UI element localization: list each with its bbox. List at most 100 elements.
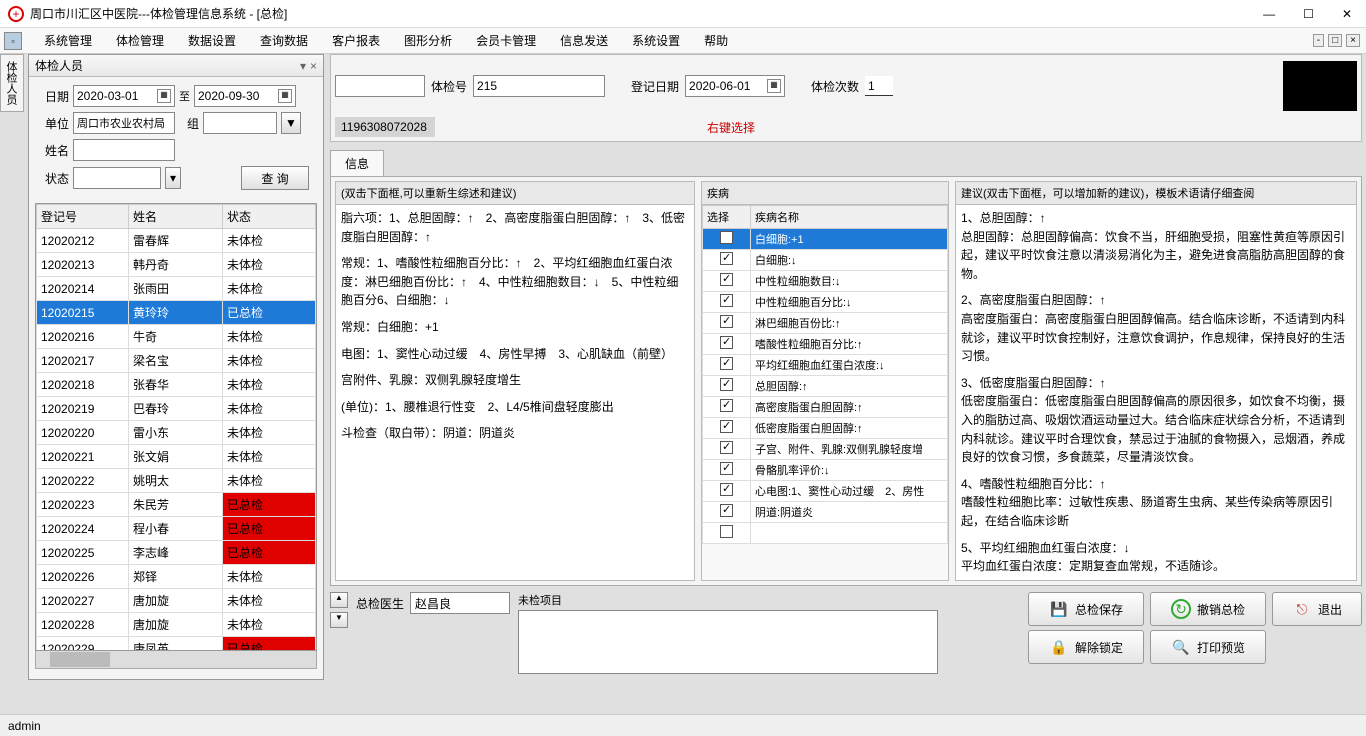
date-to-input[interactable]: 2020-09-30▦ xyxy=(194,85,296,107)
checkbox-icon[interactable] xyxy=(720,399,733,412)
menu-客户报表[interactable]: 客户报表 xyxy=(320,34,392,48)
mdi-close-icon[interactable]: × xyxy=(1346,34,1360,47)
checkbox-icon[interactable] xyxy=(720,294,733,307)
disease-row[interactable]: 子宫、附件、乳腺:双侧乳腺轻度增 xyxy=(703,439,948,460)
patient-grid[interactable]: 登记号 姓名 状态 12020212雷春辉未体检12020213韩丹奇未体检12… xyxy=(35,203,317,651)
checkbox-icon[interactable] xyxy=(720,420,733,433)
blank-input[interactable] xyxy=(335,75,425,97)
mdi-restore-icon[interactable]: □ xyxy=(1328,34,1342,47)
disease-row[interactable]: 中性粒细胞百分比:↓ xyxy=(703,292,948,313)
calendar-icon[interactable]: ▦ xyxy=(157,89,171,103)
disease-row[interactable]: 白细胞:+1 xyxy=(703,229,948,250)
disease-row[interactable] xyxy=(703,523,948,544)
col-name[interactable]: 姓名 xyxy=(129,205,223,229)
table-row[interactable]: 12020217梁名宝未体检 xyxy=(37,349,316,373)
table-row[interactable]: 12020225李志峰已总检 xyxy=(37,541,316,565)
table-row[interactable]: 12020212雷春辉未体检 xyxy=(37,229,316,253)
table-row[interactable]: 12020221张文娟未体检 xyxy=(37,445,316,469)
grid-horizontal-scrollbar[interactable] xyxy=(35,651,317,669)
reg-date-input[interactable]: 2020-06-01▦ xyxy=(685,75,785,97)
table-row[interactable]: 12020220雷小东未体检 xyxy=(37,421,316,445)
table-row[interactable]: 12020226郑铎未体检 xyxy=(37,565,316,589)
table-row[interactable]: 12020224程小春已总检 xyxy=(37,517,316,541)
group-input[interactable] xyxy=(203,112,277,134)
disease-row[interactable]: 阴道:阴道炎 xyxy=(703,502,948,523)
close-button[interactable]: ✕ xyxy=(1336,7,1358,21)
save-button[interactable]: 💾总检保存 xyxy=(1028,592,1144,626)
col-select[interactable]: 选择 xyxy=(703,206,751,229)
disease-table[interactable]: 选择 疾病名称 白细胞:+1白细胞:↓中性粒细胞数目:↓中性粒细胞百分比:↓淋巴… xyxy=(702,205,948,544)
disease-row[interactable]: 淋巴细胞百份比:↑ xyxy=(703,313,948,334)
calendar-icon[interactable]: ▦ xyxy=(767,79,781,93)
table-row[interactable]: 12020227唐加旋未体检 xyxy=(37,589,316,613)
disease-row[interactable]: 骨骼肌率评价:↓ xyxy=(703,460,948,481)
menu-体检管理[interactable]: 体检管理 xyxy=(104,34,176,48)
status-dropdown-icon[interactable]: ▾ xyxy=(165,167,181,189)
table-row[interactable]: 12020229康凤英已总检 xyxy=(37,637,316,652)
checkbox-icon[interactable] xyxy=(720,525,733,538)
checkbox-icon[interactable] xyxy=(720,252,733,265)
col-regno[interactable]: 登记号 xyxy=(37,205,129,229)
print-button[interactable]: 🔍打印预览 xyxy=(1150,630,1266,664)
disease-row[interactable]: 中性粒细胞数目:↓ xyxy=(703,271,948,292)
exit-button[interactable]: ⎋退出 xyxy=(1272,592,1362,626)
group-dropdown-icon[interactable]: ▼ xyxy=(281,112,301,134)
maximize-button[interactable]: ☐ xyxy=(1297,7,1320,21)
col-disease-name[interactable]: 疾病名称 xyxy=(751,206,948,229)
checkbox-icon[interactable] xyxy=(720,483,733,496)
menu-信息发送[interactable]: 信息发送 xyxy=(548,34,620,48)
status-select[interactable] xyxy=(73,167,161,189)
tab-info[interactable]: 信息 xyxy=(330,150,384,176)
disease-row[interactable]: 嗜酸性粒细胞百分比:↑ xyxy=(703,334,948,355)
minimize-button[interactable]: ― xyxy=(1257,7,1281,21)
notchecked-textarea[interactable] xyxy=(518,610,938,674)
checkbox-icon[interactable] xyxy=(720,504,733,517)
sidebar-vertical-tab[interactable]: 体检人员 xyxy=(0,54,24,112)
spin-up-icon[interactable]: ▲ xyxy=(330,592,348,608)
checkbox-icon[interactable] xyxy=(720,378,733,391)
table-row[interactable]: 12020215黄玲玲已总检 xyxy=(37,301,316,325)
disease-row[interactable]: 低密度脂蛋白胆固醇:↑ xyxy=(703,418,948,439)
disease-row[interactable]: 高密度脂蛋白胆固醇:↑ xyxy=(703,397,948,418)
exam-no-input[interactable]: 215 xyxy=(473,75,605,97)
checkbox-icon[interactable] xyxy=(720,315,733,328)
checkbox-icon[interactable] xyxy=(720,273,733,286)
panel-close-icon[interactable]: × xyxy=(310,59,317,73)
menu-查询数据[interactable]: 查询数据 xyxy=(248,34,320,48)
table-row[interactable]: 12020218张春华未体检 xyxy=(37,373,316,397)
table-row[interactable]: 12020222姚明太未体检 xyxy=(37,469,316,493)
checkbox-icon[interactable] xyxy=(720,441,733,454)
menu-会员卡管理[interactable]: 会员卡管理 xyxy=(464,34,548,48)
checkbox-icon[interactable] xyxy=(720,231,733,244)
unit-input[interactable]: 周口市农业农村局 xyxy=(73,112,175,134)
name-input[interactable] xyxy=(73,139,175,161)
mdi-minimize-icon[interactable]: - xyxy=(1313,34,1324,47)
calendar-icon[interactable]: ▦ xyxy=(278,89,292,103)
menu-系统设置[interactable]: 系统设置 xyxy=(620,34,692,48)
col-status[interactable]: 状态 xyxy=(223,205,316,229)
query-button[interactable]: 查 询 xyxy=(241,166,309,190)
spin-down-icon[interactable]: ▼ xyxy=(330,612,348,628)
menu-数据设置[interactable]: 数据设置 xyxy=(176,34,248,48)
table-row[interactable]: 12020216牛奇未体检 xyxy=(37,325,316,349)
advice-body[interactable]: 1、总胆固醇：↑总胆固醇：总胆固醇偏高：饮食不当，肝细胞受损，阻塞性黄疸等原因引… xyxy=(956,205,1356,580)
table-row[interactable]: 12020219巴春玲未体检 xyxy=(37,397,316,421)
undo-button[interactable]: ↻撤销总检 xyxy=(1150,592,1266,626)
checkbox-icon[interactable] xyxy=(720,336,733,349)
pin-icon[interactable]: ▾ xyxy=(300,59,306,73)
disease-row[interactable]: 白细胞:↓ xyxy=(703,250,948,271)
doctor-input[interactable]: 赵昌良 xyxy=(410,592,510,614)
table-row[interactable]: 12020223朱民芳已总检 xyxy=(37,493,316,517)
menu-图形分析[interactable]: 图形分析 xyxy=(392,34,464,48)
checkbox-icon[interactable] xyxy=(720,462,733,475)
table-row[interactable]: 12020213韩丹奇未体检 xyxy=(37,253,316,277)
table-row[interactable]: 12020228唐加旋未体检 xyxy=(37,613,316,637)
date-from-input[interactable]: 2020-03-01▦ xyxy=(73,85,175,107)
table-row[interactable]: 12020214张雨田未体检 xyxy=(37,277,316,301)
menu-帮助[interactable]: 帮助 xyxy=(692,34,740,48)
disease-row[interactable]: 心电图:1、窦性心动过缓 2、房性 xyxy=(703,481,948,502)
menu-系统管理[interactable]: 系统管理 xyxy=(32,34,104,48)
disease-row[interactable]: 总胆固醇:↑ xyxy=(703,376,948,397)
checkbox-icon[interactable] xyxy=(720,357,733,370)
disease-row[interactable]: 平均红细胞血红蛋白浓度:↓ xyxy=(703,355,948,376)
